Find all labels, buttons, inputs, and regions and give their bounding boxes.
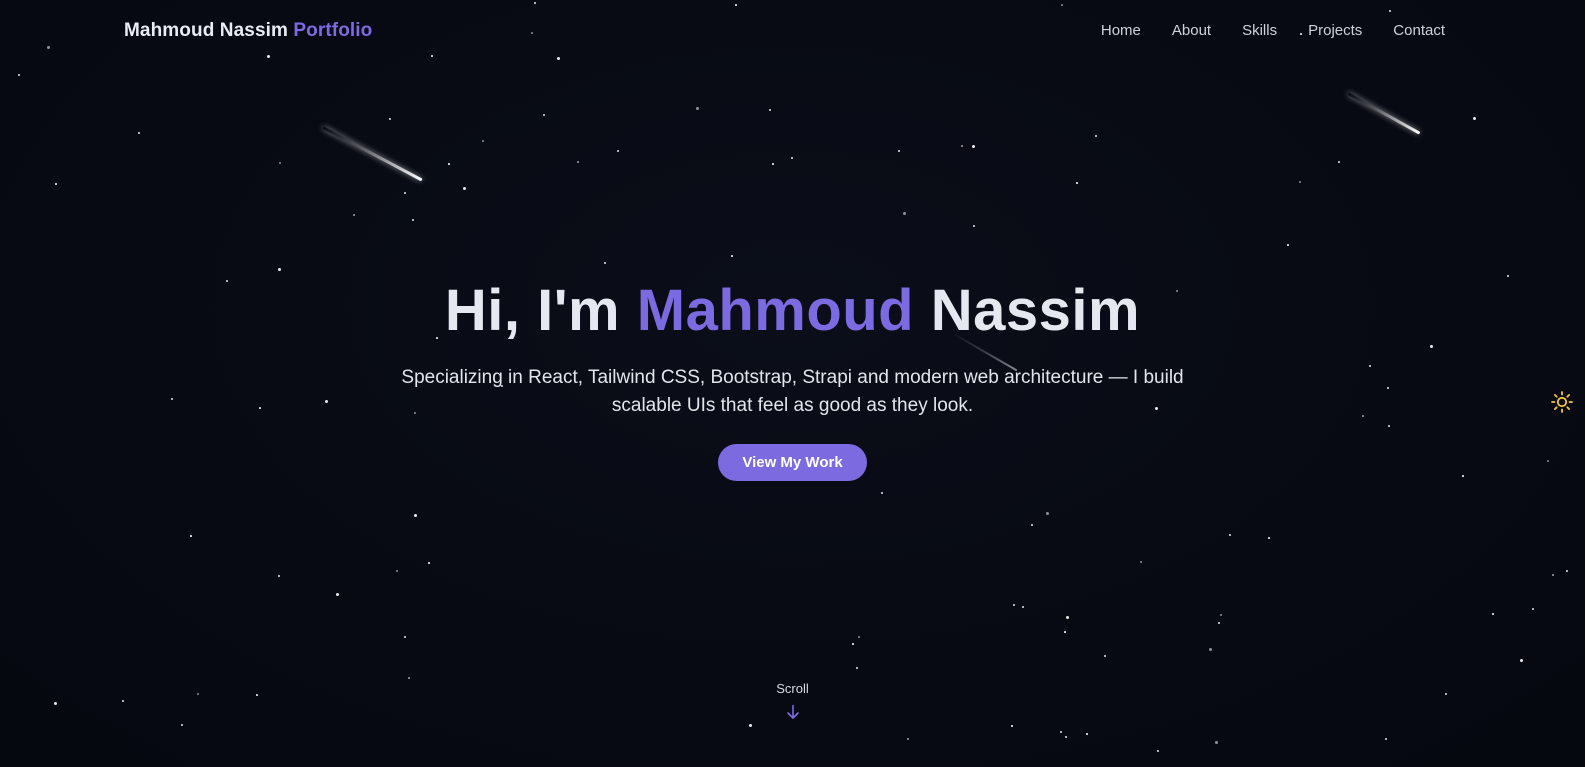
star <box>1066 616 1069 619</box>
star <box>1140 561 1142 563</box>
star <box>412 219 414 221</box>
star <box>898 150 900 152</box>
hero-first-name: Mahmoud <box>636 278 915 343</box>
theme-toggle-button[interactable] <box>1550 390 1574 414</box>
shooting-star <box>322 126 423 182</box>
star <box>1338 161 1340 163</box>
navbar: Mahmoud Nassim Portfolio Home About Skil… <box>0 0 1585 64</box>
scroll-indicator[interactable]: Scroll <box>0 681 1585 725</box>
star <box>1046 512 1049 515</box>
star <box>138 132 140 134</box>
star <box>279 162 281 164</box>
star <box>973 225 975 227</box>
star <box>1104 655 1106 657</box>
star <box>1220 614 1222 616</box>
hero-greeting: Hi, I'm <box>444 278 621 343</box>
star <box>907 738 909 740</box>
page: Mahmoud Nassim Portfolio Home About Skil… <box>0 0 1585 767</box>
star <box>404 636 406 638</box>
star <box>1385 738 1387 740</box>
star <box>961 145 963 147</box>
star <box>353 214 355 216</box>
star <box>408 677 410 679</box>
star <box>696 107 699 110</box>
star <box>1064 631 1066 633</box>
star <box>1268 537 1270 539</box>
star <box>1566 570 1568 572</box>
star <box>1031 524 1033 526</box>
star <box>1520 659 1523 662</box>
star <box>190 535 192 537</box>
star <box>389 118 391 120</box>
star <box>1209 648 1212 651</box>
nav-link-home[interactable]: Home <box>1101 22 1141 39</box>
star <box>852 643 854 645</box>
star <box>731 255 733 257</box>
star <box>1229 534 1231 536</box>
star <box>336 593 339 596</box>
star <box>1065 736 1067 738</box>
star <box>448 163 450 165</box>
star <box>396 570 398 572</box>
star <box>769 109 771 111</box>
star <box>1060 731 1062 733</box>
star <box>903 212 906 215</box>
star <box>55 183 57 185</box>
star <box>543 114 545 116</box>
star <box>1473 117 1476 120</box>
star <box>856 667 858 669</box>
star <box>1287 244 1289 246</box>
nav-link-about[interactable]: About <box>1172 22 1211 39</box>
star <box>1022 606 1024 608</box>
star <box>482 140 484 142</box>
nav-link-skills[interactable]: Skills <box>1242 22 1277 39</box>
nav-link-projects[interactable]: Projects <box>1308 22 1362 39</box>
star <box>1095 135 1097 137</box>
star <box>1552 574 1554 576</box>
star <box>428 562 430 564</box>
star <box>881 492 883 494</box>
star <box>1157 750 1159 752</box>
brand-accent: Portfolio <box>293 20 373 41</box>
nav-link-contact[interactable]: Contact <box>1393 22 1445 39</box>
hero-title: Hi, I'm Mahmoud Nassim <box>0 272 1585 350</box>
hero-section: Hi, I'm Mahmoud Nassim Specializing in R… <box>0 272 1585 481</box>
star <box>404 192 406 194</box>
star <box>278 575 280 577</box>
star <box>414 514 417 517</box>
arrow-down-icon <box>786 704 799 719</box>
star <box>1299 181 1301 183</box>
star <box>18 74 20 76</box>
sun-icon <box>1551 391 1573 413</box>
view-my-work-button[interactable]: View My Work <box>718 444 867 481</box>
hero-last-name: Nassim <box>930 278 1141 343</box>
star <box>577 161 579 163</box>
star <box>791 157 793 159</box>
nav-links: Home About Skills Projects Contact <box>1070 22 1445 39</box>
star <box>1086 733 1088 735</box>
star <box>1076 182 1078 184</box>
star <box>858 636 860 638</box>
brand-logo[interactable]: Mahmoud Nassim Portfolio <box>124 20 372 42</box>
star <box>1215 741 1218 744</box>
scroll-label: Scroll <box>776 681 809 696</box>
shooting-star <box>1347 92 1421 135</box>
star <box>972 145 975 148</box>
star <box>1492 613 1494 615</box>
star <box>1011 725 1013 727</box>
brand-name: Mahmoud Nassim <box>124 20 288 41</box>
star <box>278 268 281 271</box>
star <box>617 150 619 152</box>
star <box>1013 604 1015 606</box>
star <box>772 163 774 165</box>
star <box>1218 622 1220 624</box>
star <box>604 262 606 264</box>
star <box>1532 608 1534 610</box>
hero-subtitle: Specializing in React, Tailwind CSS, Boo… <box>401 367 1184 416</box>
star <box>463 187 466 190</box>
